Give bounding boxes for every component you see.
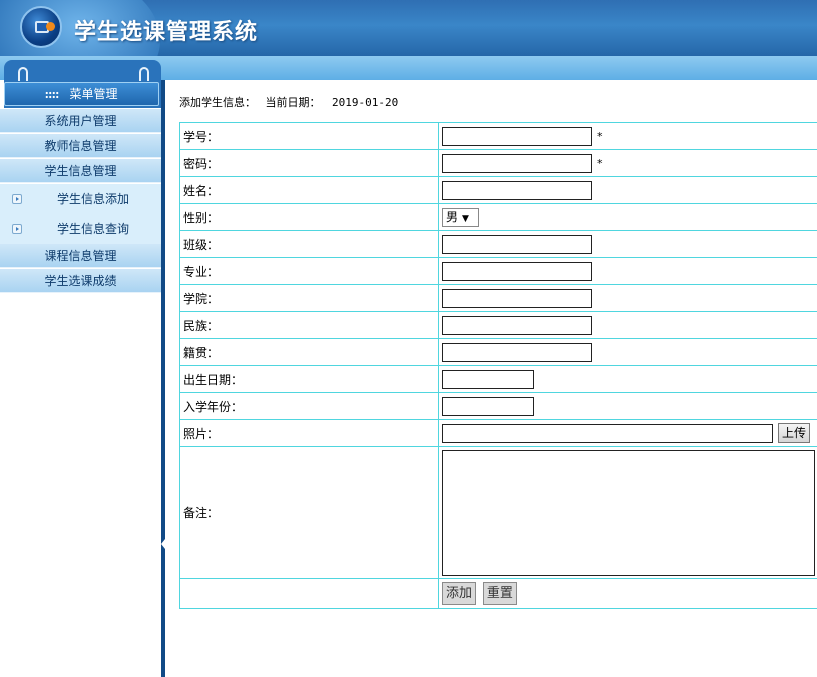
sidebar: 菜单管理 系统用户管理 教师信息管理 学生信息管理 学生信息添加 学生信息查询 …	[0, 56, 165, 677]
sidebar-subitem-label: 学生信息查询	[57, 222, 130, 236]
label-password: 密码：	[179, 149, 439, 177]
add-button[interactable]: 添加	[442, 582, 477, 605]
upload-button[interactable]: 上传	[778, 423, 811, 443]
sidebar-item-label: 系统用户管理	[44, 114, 117, 128]
required-mark: *	[597, 156, 603, 170]
sidebar-item-label: 课程信息管理	[44, 249, 117, 263]
empty-cell	[179, 578, 439, 609]
name-input[interactable]	[442, 180, 592, 200]
remark-textarea[interactable]	[442, 449, 815, 576]
sidebar-item-label: 学生选课成绩	[44, 274, 117, 288]
arrow-bullet-icon	[12, 194, 22, 204]
label-major: 专业：	[179, 257, 439, 285]
date-label: 当前日期：	[265, 96, 321, 109]
form-row: 学院：	[179, 284, 817, 312]
label-ethnicity: 民族：	[179, 311, 439, 339]
sidebar-item-course-info[interactable]: 课程信息管理	[0, 244, 161, 268]
form-row: 班级：	[179, 230, 817, 258]
form-row: 密码： *	[179, 149, 817, 177]
label-hometown: 籍贯：	[179, 338, 439, 366]
label-enroll-year: 入学年份：	[179, 392, 439, 420]
student-id-input[interactable]	[442, 126, 592, 146]
label-remark: 备注：	[179, 446, 439, 579]
form-row: 性别： 男 ▼	[179, 203, 817, 231]
app-header: 学生选课管理系统	[0, 0, 817, 56]
menu-grid-icon	[45, 90, 60, 99]
sidebar-subitem-student-query[interactable]: 学生信息查询	[0, 214, 161, 244]
binder-ring-icon	[18, 67, 28, 81]
label-name: 姓名：	[179, 176, 439, 204]
password-input[interactable]	[442, 153, 592, 173]
main-content: 添加学生信息： 当前日期： 2019-01-20 学号： * 密码： * 姓名：…	[165, 80, 817, 677]
form-row: 备注：	[179, 446, 817, 579]
ethnicity-input[interactable]	[442, 315, 592, 335]
label-student-id: 学号：	[179, 122, 439, 150]
form-row: 籍贯：	[179, 338, 817, 366]
page-label: 添加学生信息：	[179, 96, 256, 109]
college-input[interactable]	[442, 288, 592, 308]
page-info: 添加学生信息： 当前日期： 2019-01-20	[179, 94, 398, 110]
birth-date-input[interactable]	[442, 369, 534, 389]
form-row: 照片： 上传	[179, 419, 817, 447]
sidebar-item-teacher-info[interactable]: 教师信息管理	[0, 134, 161, 158]
sidebar-subitem-student-add[interactable]: 学生信息添加	[0, 184, 161, 214]
form-row: 学号： *	[179, 122, 817, 150]
label-gender: 性别：	[179, 203, 439, 231]
form-row: 入学年份：	[179, 392, 817, 420]
gender-selected: 男	[446, 209, 459, 224]
label-birth-date: 出生日期：	[179, 365, 439, 393]
sidebar-item-label: 教师信息管理	[44, 139, 117, 153]
label-class: 班级：	[179, 230, 439, 258]
binder-ring-icon	[139, 67, 149, 81]
form-row: 出生日期：	[179, 365, 817, 393]
form-row: 姓名：	[179, 176, 817, 204]
form-row: 民族：	[179, 311, 817, 339]
photo-path-input[interactable]	[442, 423, 773, 443]
reset-button[interactable]: 重置	[482, 582, 517, 605]
current-date: 2019-01-20	[332, 96, 399, 109]
sidebar-item-course-grades[interactable]: 学生选课成绩	[0, 269, 161, 293]
dropdown-arrow-icon: ▼	[462, 213, 469, 224]
label-photo: 照片：	[179, 419, 439, 447]
arrow-bullet-icon	[12, 224, 22, 234]
sidebar-subitem-label: 学生信息添加	[57, 192, 130, 206]
form-row: 添加 重置	[179, 578, 817, 609]
student-form: 学号： * 密码： * 姓名： 性别： 男▼ 班级： 专业： 学院： 民族：	[179, 122, 817, 609]
form-row: 专业：	[179, 257, 817, 285]
label-college: 学院：	[179, 284, 439, 312]
app-title: 学生选课管理系统	[74, 20, 259, 45]
sidebar-item-label: 学生信息管理	[44, 164, 117, 178]
enroll-year-input[interactable]	[442, 396, 534, 416]
gender-select[interactable]: 男 ▼	[442, 207, 479, 227]
class-input[interactable]	[442, 234, 592, 254]
required-mark: *	[597, 129, 603, 143]
sidebar-item-system-users[interactable]: 系统用户管理	[0, 109, 161, 133]
hometown-input[interactable]	[442, 342, 592, 362]
menu-title[interactable]: 菜单管理	[4, 82, 159, 106]
sidebar-item-student-info[interactable]: 学生信息管理	[0, 159, 161, 183]
app-logo-icon	[20, 6, 62, 48]
sidebar-blank	[0, 294, 161, 677]
major-input[interactable]	[442, 261, 592, 281]
menu-title-label: 菜单管理	[69, 87, 118, 101]
